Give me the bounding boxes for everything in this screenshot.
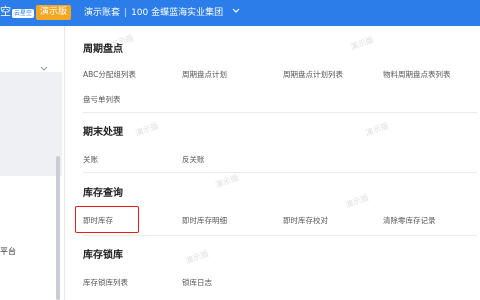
account-separator: | — [124, 8, 128, 18]
section-divider — [83, 112, 477, 113]
watermark: 演示版 — [364, 121, 390, 138]
section-title-cycle-count: 周期盘点 — [83, 44, 123, 55]
sidebar-scrollbar[interactable] — [56, 156, 60, 300]
section-title-inventory-lock: 库存锁库 — [83, 250, 123, 261]
account-label: 演示账套 — [84, 8, 121, 18]
menu-link-clear-zero-inventory[interactable]: 清除零库存记录 — [383, 215, 436, 226]
watermark: 演示版 — [349, 35, 375, 52]
sidebar: 平台 — [0, 26, 65, 300]
watermark: 演示版 — [184, 249, 210, 266]
menu-link-lock-log[interactable]: 锁库日志 — [182, 277, 212, 288]
section-title-period-end: 期末处理 — [83, 127, 123, 138]
top-bar: 空 云星空 演示版 演示账套 | 100 金蝶蓝海实业集团 — [0, 0, 480, 26]
sidebar-selected-group[interactable] — [0, 72, 62, 176]
menu-link-realtime-inventory-detail[interactable]: 即时库存明细 — [182, 215, 227, 226]
menu-link-stock-loss-list[interactable]: 盘亏单列表 — [83, 94, 121, 105]
chevron-down-icon[interactable] — [232, 6, 240, 19]
menu-link-close-period[interactable]: 关账 — [83, 154, 98, 165]
demo-version-tag: 演示版 — [36, 5, 72, 20]
menu-link-realtime-inventory-check[interactable]: 即时库存校对 — [283, 215, 328, 226]
menu-link-cycle-count-plan[interactable]: 周期盘点计划 — [182, 69, 227, 80]
watermark: 演示版 — [134, 121, 160, 138]
section-divider — [83, 172, 477, 173]
section-title-inventory-query: 库存查询 — [83, 188, 123, 199]
menu-link-reverse-close-period[interactable]: 反关账 — [182, 154, 205, 165]
account-switcher[interactable]: 演示账套 | 100 金蝶蓝海实业集团 — [84, 6, 240, 20]
menu-link-abc-group-list[interactable]: ABC分配组列表 — [83, 69, 136, 80]
watermark: 演示版 — [214, 173, 240, 190]
menu-link-inventory-lock-list[interactable]: 库存锁库列表 — [83, 277, 128, 288]
sidebar-item-platform[interactable]: 平台 — [0, 246, 16, 257]
watermark: 演示版 — [344, 193, 370, 210]
menu-link-cycle-count-plan-list[interactable]: 周期盘点计划列表 — [283, 69, 343, 80]
menu-panel: 演示版 演示版 演示版 演示版 演示版 演示版 演示版 周期盘点 ABC分配组列… — [65, 26, 480, 300]
highlight-box — [75, 206, 139, 233]
section-divider — [83, 235, 477, 236]
edition-badge: 云星空 — [12, 9, 35, 18]
organization-name: 100 金蝶蓝海实业集团 — [131, 8, 224, 18]
menu-link-material-cycle-count-list[interactable]: 物料周期盘点表列表 — [383, 69, 451, 80]
